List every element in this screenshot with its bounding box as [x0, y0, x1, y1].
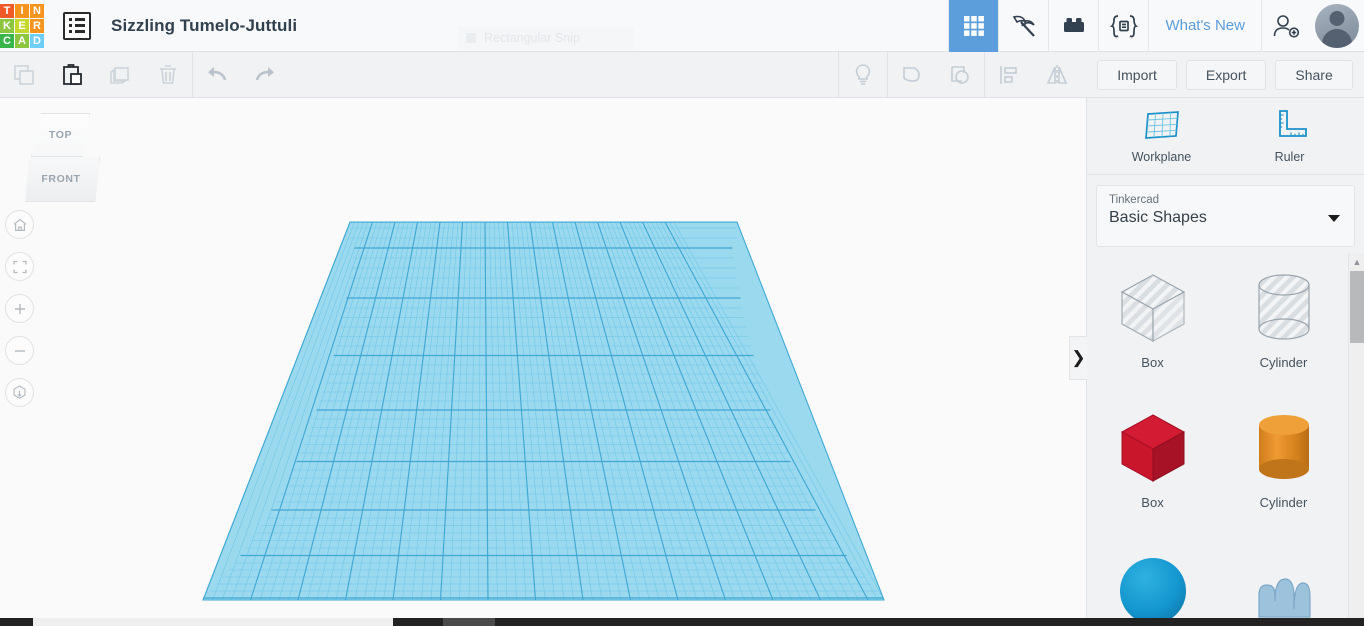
- scrollbar-thumb[interactable]: [1350, 271, 1364, 343]
- ruler-tool[interactable]: Ruler: [1255, 105, 1325, 164]
- chevron-down-icon: [1328, 215, 1340, 222]
- logo-tile-0: T: [0, 3, 14, 18]
- align-icon[interactable]: [985, 52, 1033, 98]
- lego-brick-icon[interactable]: [1048, 0, 1098, 52]
- view-cube-top-label: TOP: [48, 129, 73, 141]
- gallery-grid-icon[interactable]: [948, 0, 999, 52]
- shape-label: Cylinder: [1259, 355, 1308, 370]
- shape-sphere-solid[interactable]: [1087, 533, 1218, 626]
- taskbar-window-segment: [33, 618, 393, 626]
- ungroup-icon[interactable]: [936, 52, 984, 98]
- copy-icon[interactable]: [0, 52, 48, 98]
- redo-icon[interactable]: [241, 52, 289, 98]
- shape-row: Box Cylinder: [1087, 393, 1349, 533]
- shape-library-select[interactable]: Tinkercad Basic Shapes: [1096, 185, 1355, 247]
- ruler-tool-label: Ruler: [1274, 149, 1305, 164]
- page-title: Sizzling Tumelo-Juttuli: [111, 15, 298, 35]
- shape-label: Box: [1141, 495, 1164, 510]
- group-icon[interactable]: [888, 52, 936, 98]
- clipboard-tool-group: [0, 52, 192, 98]
- user-avatar[interactable]: [1315, 3, 1359, 48]
- shapes-panel: ❯ Workplane Ruler Tinkercad Basic Shapes…: [1069, 98, 1364, 626]
- logo-tile-1: I: [15, 3, 29, 18]
- os-taskbar: [0, 618, 1364, 626]
- tinkercad-logo[interactable]: T I N K E R C A D: [0, 3, 44, 48]
- shape-row: [1087, 533, 1349, 626]
- zoom-in-button[interactable]: [5, 294, 34, 323]
- library-source-label: Tinkercad: [1109, 194, 1160, 206]
- shape-box-solid[interactable]: Box: [1087, 393, 1218, 533]
- logo-tile-5: R: [30, 18, 44, 33]
- orthographic-toggle-button[interactable]: [5, 378, 34, 407]
- shapes-scrollbar[interactable]: ▲ ▼: [1348, 253, 1364, 626]
- shape-scribble[interactable]: [1218, 533, 1349, 626]
- view-cube-front-label: FRONT: [41, 173, 81, 185]
- taskbar-active-segment: [443, 618, 495, 626]
- whats-new-link[interactable]: What's New: [1148, 0, 1261, 52]
- delete-icon[interactable]: [144, 52, 192, 98]
- shape-cylinder-solid[interactable]: Cylinder: [1218, 393, 1349, 533]
- import-button[interactable]: Import: [1097, 59, 1177, 90]
- logo-tile-7: A: [15, 33, 29, 48]
- workplane-grid-icon: [1144, 110, 1179, 139]
- duplicate-icon[interactable]: [96, 52, 144, 98]
- view-cube-front-face[interactable]: FRONT: [25, 157, 100, 202]
- paste-icon[interactable]: [48, 52, 96, 98]
- zoom-out-button[interactable]: [5, 336, 34, 365]
- rectangular-snip-ghost: Rectangular Snip: [458, 27, 634, 49]
- panel-tools: Workplane Ruler: [1087, 98, 1364, 175]
- export-button[interactable]: Export: [1185, 59, 1267, 90]
- view-cube[interactable]: TOP FRONT: [22, 113, 100, 205]
- mirror-icon[interactable]: [1033, 52, 1081, 98]
- shape-label: Cylinder: [1259, 495, 1308, 510]
- workplane-grid[interactable]: [0, 99, 1086, 607]
- scroll-up-arrow[interactable]: ▲: [1349, 253, 1364, 270]
- logo-tile-2: N: [30, 3, 44, 18]
- list-menu-icon[interactable]: [63, 11, 91, 40]
- undo-icon[interactable]: [193, 52, 241, 98]
- title-bar: T I N K E R C A D Sizzling Tumelo-Juttul…: [0, 0, 1364, 52]
- logo-tile-8: D: [30, 33, 44, 48]
- logo-tile-6: C: [0, 33, 14, 48]
- edit-toolbar: [0, 51, 1086, 98]
- shape-label: Box: [1141, 355, 1164, 370]
- file-actions-toolbar: Import Export Share: [1086, 52, 1364, 98]
- codeblocks-icon[interactable]: [1098, 0, 1148, 52]
- shape-cylinder-hole[interactable]: Cylinder: [1218, 253, 1349, 393]
- minecraft-pickaxe-icon[interactable]: [998, 0, 1048, 52]
- workplane-tool-label: Workplane: [1131, 149, 1192, 164]
- 3d-canvas[interactable]: Workplane TOP FRONT: [0, 99, 1086, 607]
- home-view-button[interactable]: [5, 210, 34, 239]
- tinkercad-app: T I N K E R C A D Sizzling Tumelo-Juttul…: [0, 0, 1364, 626]
- workplane-tool[interactable]: Workplane: [1127, 105, 1197, 164]
- shape-row: Box Cylinder: [1087, 253, 1349, 393]
- collapse-panel-chevron-icon[interactable]: ❯: [1069, 336, 1087, 380]
- share-button[interactable]: Share: [1275, 59, 1353, 90]
- ruler-icon: [1278, 109, 1307, 137]
- add-user-icon[interactable]: [1261, 0, 1309, 52]
- lightbulb-icon[interactable]: [839, 52, 887, 98]
- ghost-dot-icon: [466, 33, 476, 43]
- fit-to-view-button[interactable]: [5, 252, 34, 281]
- titlebar-actions: What's New: [948, 0, 1364, 52]
- history-tool-group: [193, 52, 289, 98]
- ghost-label: Rectangular Snip: [484, 31, 580, 45]
- logo-tile-3: K: [0, 18, 14, 33]
- view-cube-top-face[interactable]: TOP: [31, 113, 90, 157]
- library-collection-value: Basic Shapes: [1109, 209, 1207, 226]
- shape-list: Box Cylinder Box Cylinder: [1087, 253, 1349, 626]
- shape-box-hole[interactable]: Box: [1087, 253, 1218, 393]
- shape-tool-group: [839, 51, 1081, 98]
- logo-tile-4: E: [15, 18, 29, 33]
